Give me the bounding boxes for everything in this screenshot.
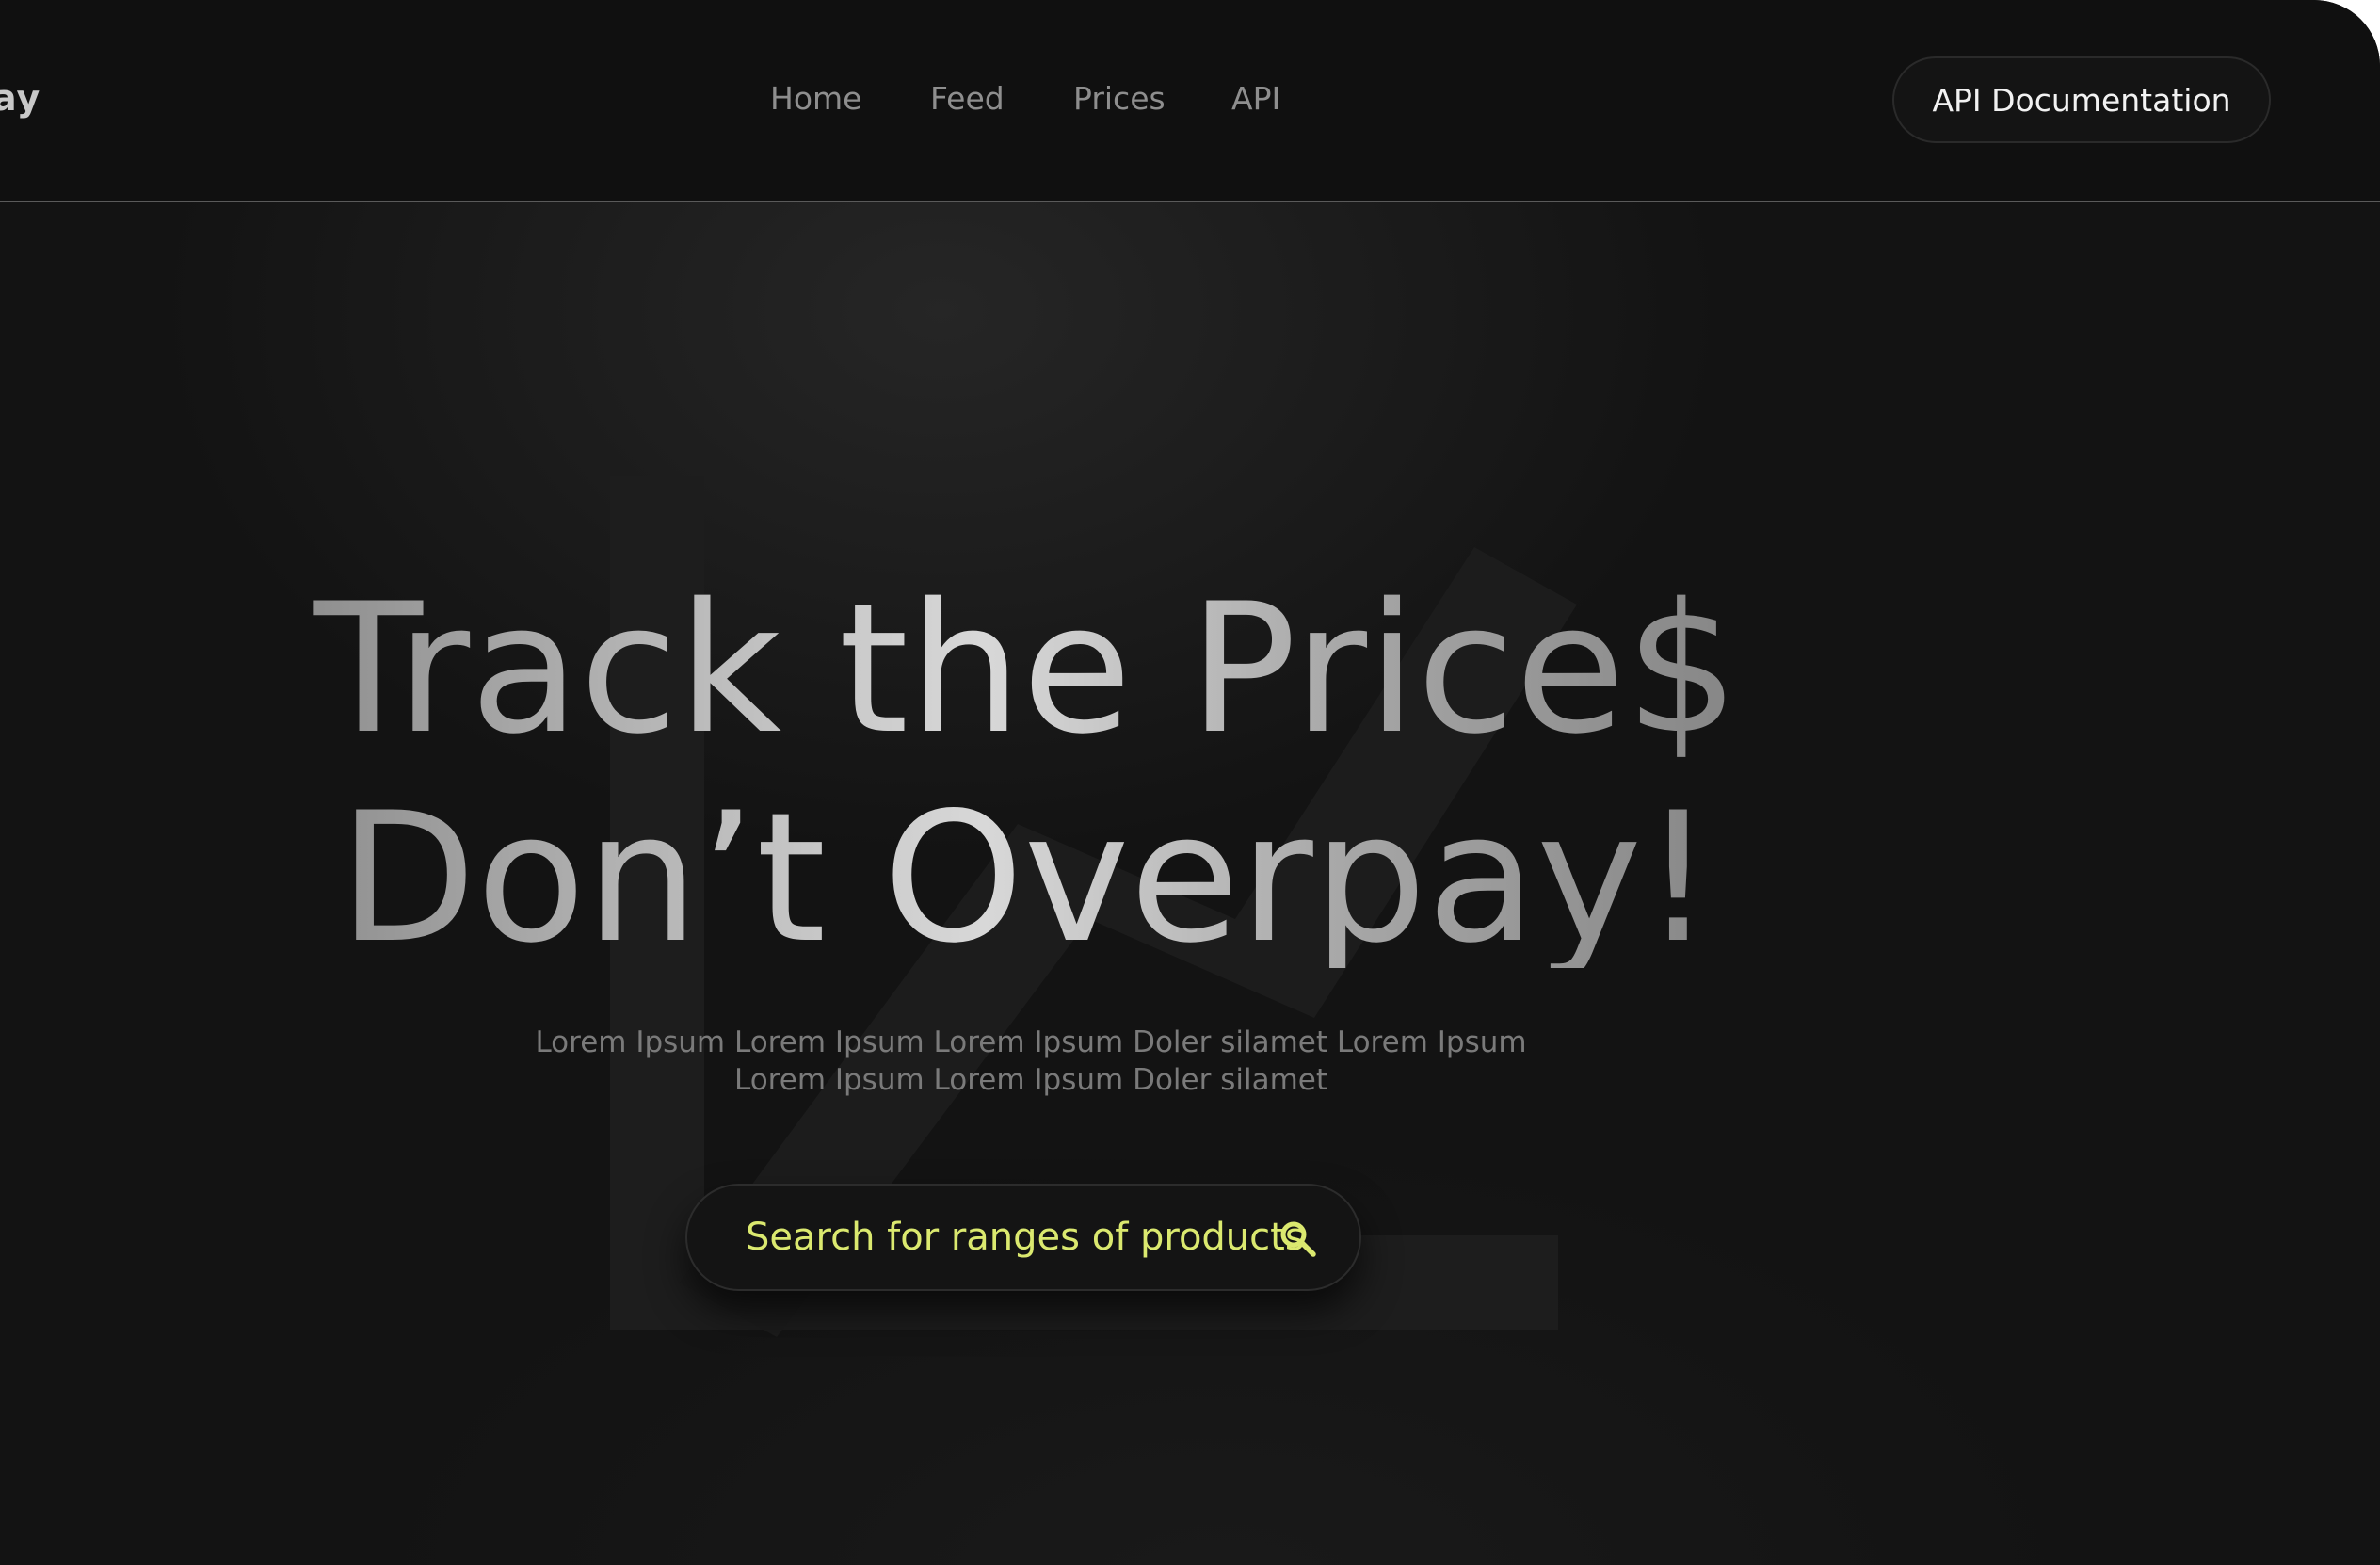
landing-page: ay Home Feed Prices API API Documentatio… xyxy=(0,0,2380,1565)
search-input[interactable]: Search for ranges of products xyxy=(746,1216,1305,1259)
hero-headline-line-1: Track the Price$ xyxy=(0,580,2052,759)
product-search-bar[interactable]: Search for ranges of products xyxy=(685,1184,1361,1291)
nav-prices[interactable]: Prices xyxy=(1073,80,1166,117)
nav-api[interactable]: API xyxy=(1231,80,1280,117)
hero-subtitle: Lorem Ipsum Lorem Ipsum Lorem Ipsum Dole… xyxy=(535,1025,1527,1097)
site-header: ay Home Feed Prices API API Documentatio… xyxy=(0,0,2380,202)
hero-headline-line-2: Don’t Overpay! xyxy=(0,789,2052,968)
api-documentation-button[interactable]: API Documentation xyxy=(1892,56,2271,143)
site-logo[interactable]: ay xyxy=(0,77,40,119)
nav-home[interactable]: Home xyxy=(770,80,861,117)
search-icon[interactable] xyxy=(1278,1219,1318,1259)
nav-feed[interactable]: Feed xyxy=(930,80,1005,117)
